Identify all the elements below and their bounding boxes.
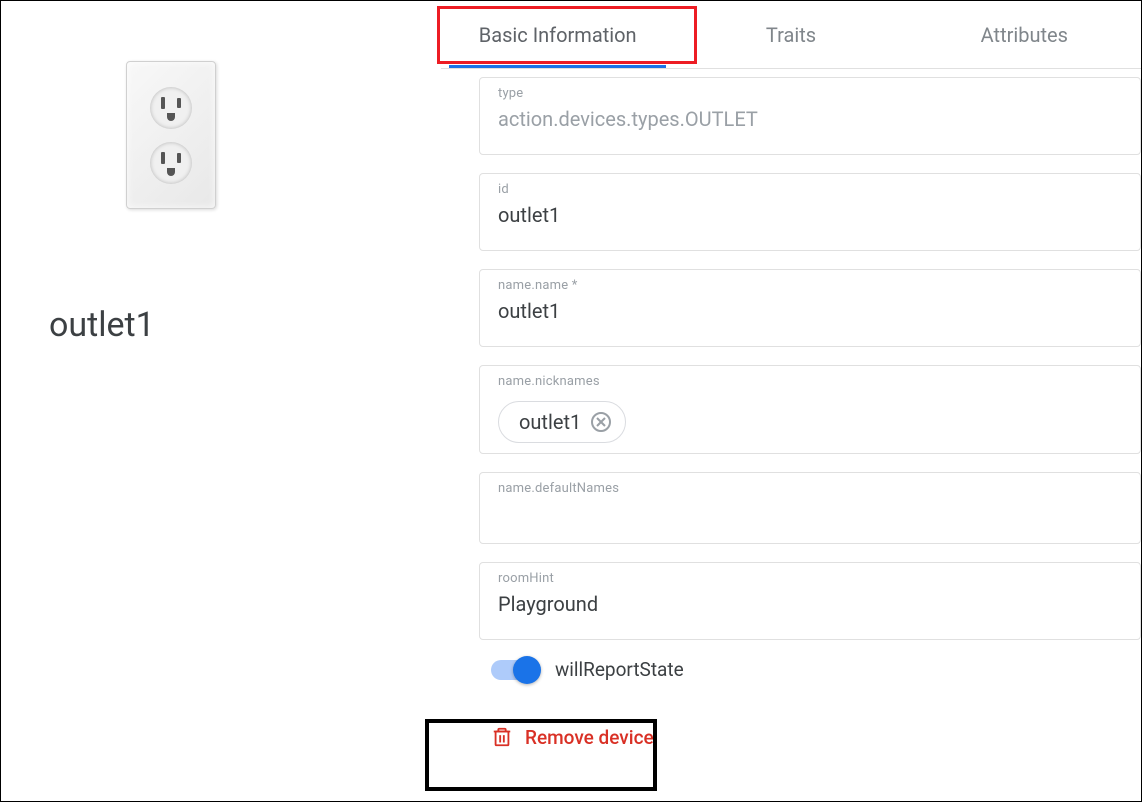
trash-icon xyxy=(491,725,513,749)
tab-label: Attributes xyxy=(981,23,1068,47)
tab-basic-information[interactable]: Basic Information xyxy=(441,1,674,68)
remove-device-label: Remove device xyxy=(525,726,654,749)
toggle-label: willReportState xyxy=(555,658,684,681)
device-preview-panel: outlet1 xyxy=(1,1,441,801)
type-value: action.devices.types.OUTLET xyxy=(498,107,1122,131)
name-name-input[interactable] xyxy=(498,299,1122,323)
tab-label: Traits xyxy=(766,23,816,47)
field-label: name.name * xyxy=(498,278,1122,293)
tab-traits[interactable]: Traits xyxy=(674,1,907,68)
field-type: type action.devices.types.OUTLET xyxy=(479,77,1141,155)
roomhint-input[interactable] xyxy=(498,592,1122,616)
outlet-socket-bottom xyxy=(150,142,192,184)
id-input[interactable] xyxy=(498,203,1122,227)
active-tab-underline xyxy=(449,65,666,68)
field-id: id xyxy=(479,173,1141,251)
tab-label: Basic Information xyxy=(479,23,637,47)
field-label: roomHint xyxy=(498,571,1122,586)
field-name-nicknames: name.nicknames outlet1 xyxy=(479,365,1141,454)
field-label: type xyxy=(498,86,1122,101)
defaultnames-input[interactable] xyxy=(498,502,1122,526)
field-label: name.nicknames xyxy=(498,374,1122,389)
remove-device-button[interactable]: Remove device xyxy=(479,705,699,769)
toggle-knob xyxy=(513,656,541,684)
form-area: type action.devices.types.OUTLET id name… xyxy=(441,69,1141,769)
field-name-defaultnames: name.defaultNames xyxy=(479,472,1141,544)
remove-chip-icon[interactable] xyxy=(591,412,611,432)
outlet-socket-top xyxy=(150,87,192,129)
nickname-chip: outlet1 xyxy=(498,401,626,443)
will-report-state-row: willReportState xyxy=(491,658,1141,681)
tab-bar: Basic Information Traits Attributes xyxy=(441,1,1141,69)
field-label: name.defaultNames xyxy=(498,481,1122,496)
nickname-chip-label: outlet1 xyxy=(519,410,581,434)
tab-attributes[interactable]: Attributes xyxy=(908,1,1141,68)
field-label: id xyxy=(498,182,1122,197)
will-report-state-toggle[interactable] xyxy=(491,660,537,680)
outlet-icon xyxy=(126,61,216,209)
device-title: outlet1 xyxy=(49,305,155,345)
field-name-name: name.name * xyxy=(479,269,1141,347)
field-roomhint: roomHint xyxy=(479,562,1141,640)
